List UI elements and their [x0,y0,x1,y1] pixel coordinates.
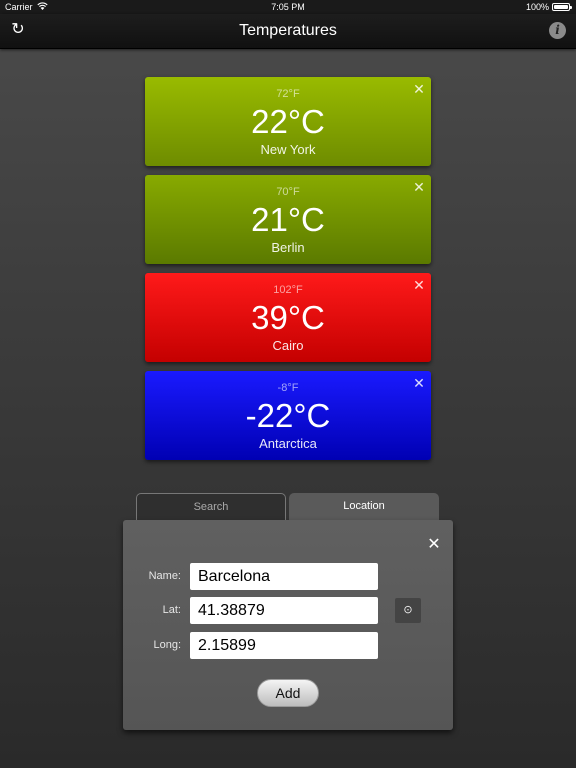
celsius-value: 39°C [251,299,325,336]
close-icon: ✕ [413,277,425,293]
long-field[interactable] [190,632,378,659]
name-field[interactable] [190,563,378,590]
city-card-cairo[interactable]: 102°F 39°C Cairo ✕ [145,273,431,362]
battery-percent: 100% [525,2,549,12]
city-card-berlin[interactable]: 70°F 21°C Berlin ✕ [145,175,431,264]
celsius-value: 21°C [251,201,325,238]
close-icon: ✕ [413,81,425,97]
tab-location[interactable]: Location [289,493,439,521]
close-icon: ✕ [427,536,441,553]
info-icon: i [555,23,560,37]
tab-search[interactable]: Search [136,493,286,521]
fahrenheit-value: 102°F [273,284,303,296]
city-name: Cairo [272,338,304,353]
locate-button[interactable]: ⊙ [395,598,421,623]
celsius-value: 22°C [251,103,325,140]
close-icon: ✕ [413,375,425,391]
locate-icon: ⊙ [403,604,413,616]
info-button[interactable]: i [549,22,566,39]
city-card-antarctica[interactable]: -8°F -22°C Antarctica ✕ [145,371,431,460]
fahrenheit-value: 72°F [276,88,300,100]
city-name: New York [260,142,316,157]
name-label: Name: [148,570,181,582]
long-label: Long: [153,639,181,651]
lat-field[interactable] [190,597,378,624]
lat-label: Lat: [162,604,181,616]
navigation-bar: ↻ Temperatures i [0,14,576,49]
add-button[interactable]: Add [257,679,319,707]
status-bar: Carrier 7:05 PM 100% [0,0,576,14]
fahrenheit-value: 70°F [276,186,300,198]
city-card-new-york[interactable]: 72°F 22°C New York ✕ [145,77,431,166]
remove-city-button[interactable]: ✕ [413,375,425,391]
page-title: Temperatures [239,22,337,39]
add-location-panel: ✕ Name: Lat: ⊙ Long: Add [123,520,453,730]
fahrenheit-value: -8°F [277,382,299,394]
city-name: Berlin [271,240,305,255]
city-name: Antarctica [259,436,317,451]
close-icon: ✕ [413,179,425,195]
remove-city-button[interactable]: ✕ [413,81,425,97]
battery-info: 100% [525,0,572,14]
remove-city-button[interactable]: ✕ [413,179,425,195]
status-time: 7:05 PM [271,2,305,12]
remove-city-button[interactable]: ✕ [413,277,425,293]
battery-icon [552,3,572,11]
close-panel-button[interactable]: ✕ [427,536,441,553]
celsius-value: -22°C [245,397,331,434]
